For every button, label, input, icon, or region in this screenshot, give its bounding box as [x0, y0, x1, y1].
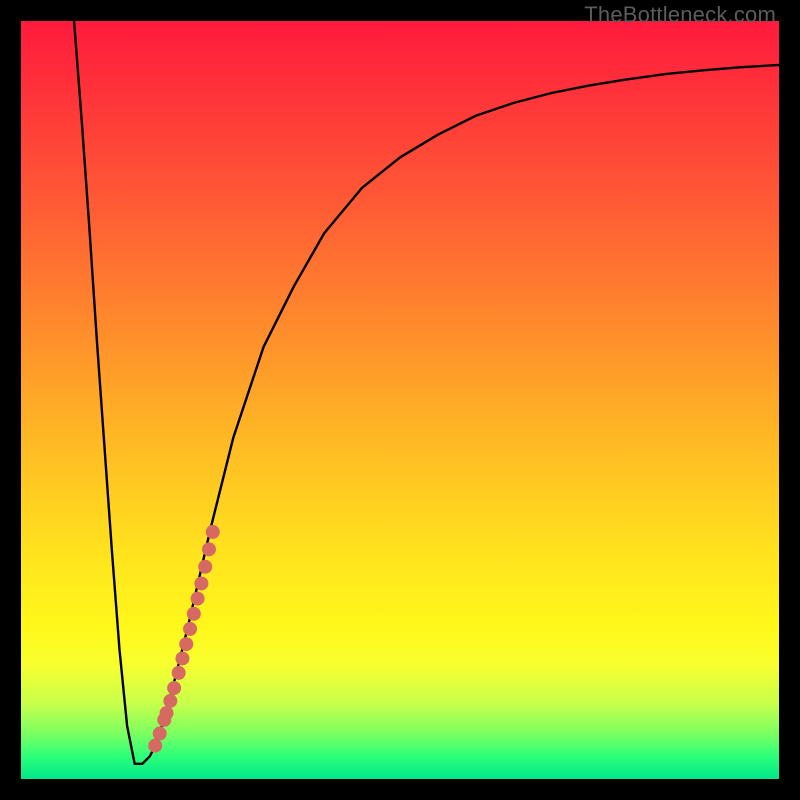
data-point: [153, 727, 167, 741]
data-point: [172, 666, 186, 680]
data-point: [179, 637, 193, 651]
data-point: [167, 681, 181, 695]
data-point: [160, 706, 174, 720]
highlight-points: [148, 525, 220, 753]
data-point: [191, 592, 205, 606]
data-point: [194, 576, 208, 590]
chart-frame: TheBottleneck.com: [0, 0, 800, 800]
data-point: [206, 525, 220, 539]
data-point: [183, 622, 197, 636]
chart-overlay: [21, 21, 779, 779]
data-point: [198, 560, 212, 574]
data-point: [163, 694, 177, 708]
data-point: [187, 607, 201, 621]
data-point: [175, 651, 189, 665]
data-point: [148, 739, 162, 753]
data-point: [202, 542, 216, 556]
